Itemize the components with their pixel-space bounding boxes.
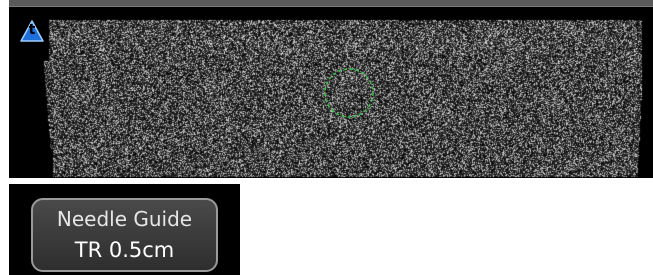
dashed-circle-target-icon <box>324 68 374 118</box>
ultrasound-image-panel[interactable]: t <box>9 0 653 178</box>
top-toolbar-strip <box>9 0 653 7</box>
ultrasound-screen: t Needle Guide TR 0.5cm <box>0 0 653 275</box>
orientation-marker-letter: t <box>28 22 36 38</box>
needle-guide-button[interactable]: Needle Guide TR 0.5cm <box>31 198 218 272</box>
needle-guide-title: Needle Guide <box>56 207 193 231</box>
needle-guide-panel: Needle Guide TR 0.5cm <box>9 184 240 275</box>
needle-guide-value: TR 0.5cm <box>74 238 175 262</box>
